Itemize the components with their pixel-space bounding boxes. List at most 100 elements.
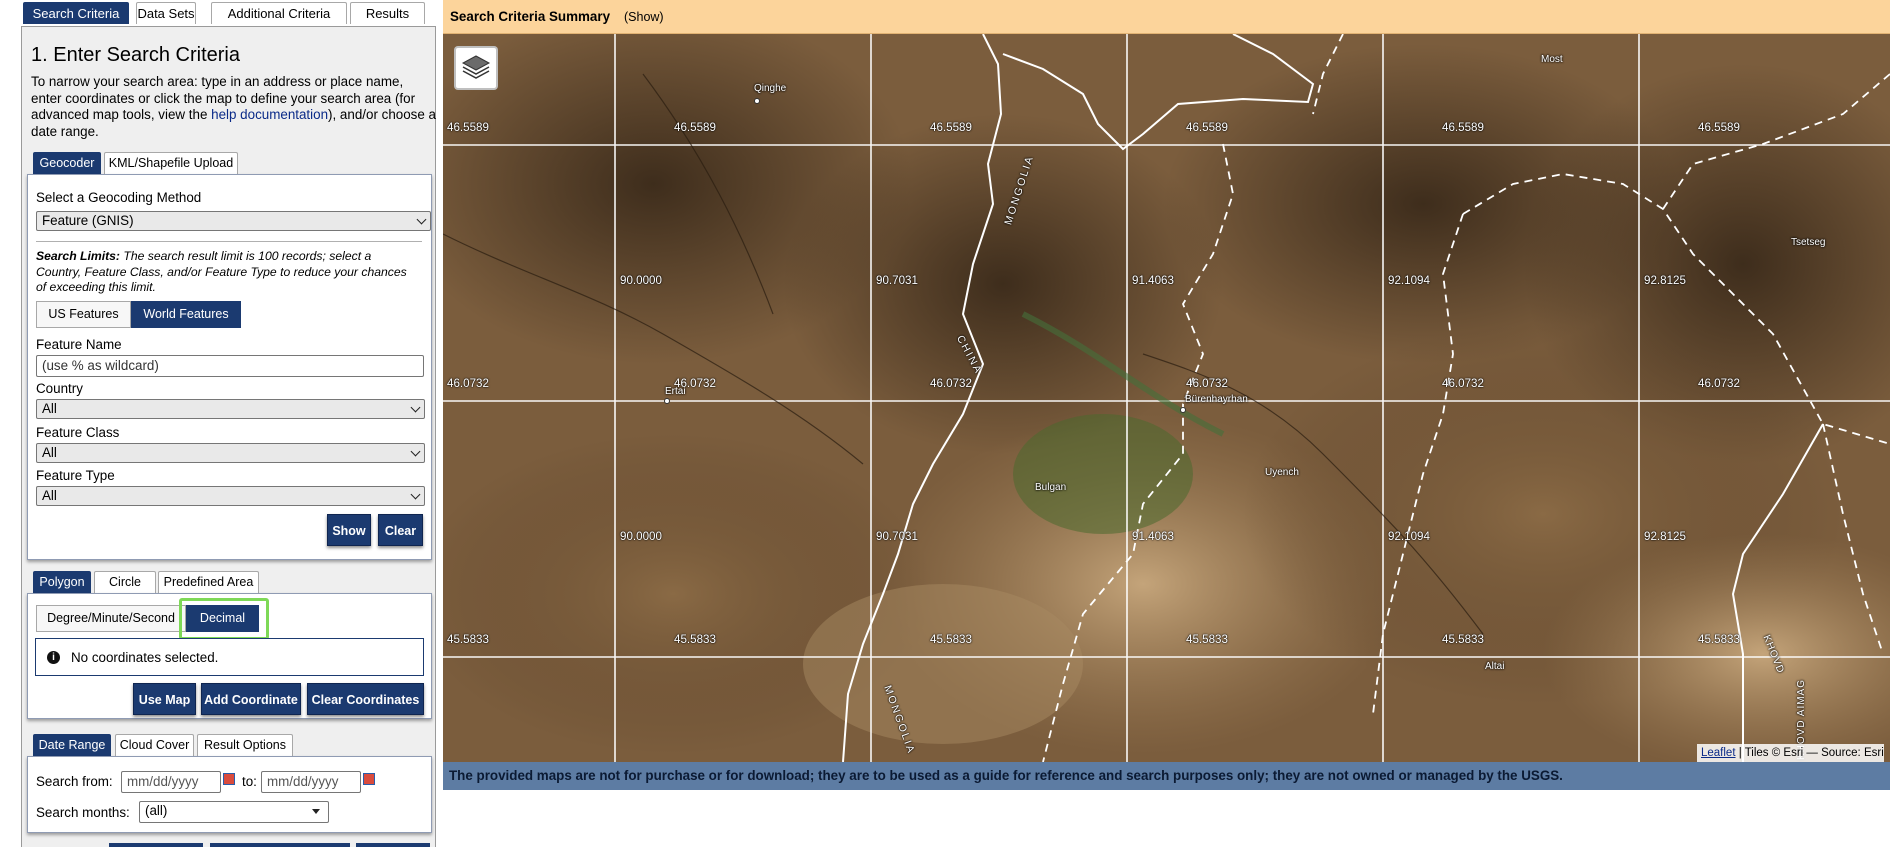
- decimal-toggle[interactable]: Decimal: [186, 605, 259, 632]
- map-attribution: Leaflet | Tiles © Esri — Source: Esri: [1697, 744, 1884, 762]
- grid-lat-label: 45.5833: [1442, 633, 1484, 646]
- grid-lon-label: 92.1094: [1388, 530, 1430, 543]
- country-label: Country: [36, 381, 83, 396]
- search-criteria-summary-bar: Search Criteria Summary (Show): [443, 0, 1890, 34]
- degree-minute-second-toggle[interactable]: Degree/Minute/Second: [36, 605, 186, 632]
- use-map-button[interactable]: Use Map: [133, 683, 196, 715]
- layers-button[interactable]: [454, 46, 498, 90]
- geocoding-method-value: Feature (GNIS): [42, 213, 134, 228]
- page-title: 1. Enter Search Criteria: [31, 44, 240, 66]
- feature-type-label: Feature Type: [36, 468, 115, 483]
- chevron-down-icon: [416, 214, 427, 225]
- clear-coordinates-button[interactable]: Clear Coordinates: [307, 683, 424, 715]
- leaflet-link[interactable]: Leaflet: [1701, 747, 1736, 759]
- grid-lat-label: 46.5589: [1442, 121, 1484, 134]
- tab-predefined-area[interactable]: Predefined Area: [158, 571, 259, 593]
- no-coordinates-message: i No coordinates selected.: [35, 638, 424, 676]
- partial-button[interactable]: [356, 843, 430, 847]
- place-label: Tsetseg: [1791, 237, 1826, 248]
- feature-name-input[interactable]: (use % as wildcard): [36, 355, 424, 377]
- search-months-label: Search months:: [36, 805, 130, 820]
- satellite-map[interactable]: 46.5589 46.5589 46.5589 46.5589 46.5589 …: [443, 34, 1890, 762]
- grid-lon-label: 90.7031: [876, 274, 918, 287]
- place-label: Bürenhayrhan: [1185, 394, 1248, 405]
- grid-lat-label: 46.5589: [674, 121, 716, 134]
- place-label: Altai: [1485, 661, 1505, 672]
- attribution-text: | Tiles © Esri — Source: Esri: [1735, 747, 1884, 759]
- partial-button[interactable]: [210, 843, 350, 847]
- grid-lon-label: 91.4063: [1132, 530, 1174, 543]
- place-marker: [664, 398, 670, 404]
- search-months-select[interactable]: (all): [139, 801, 329, 823]
- geocoding-method-select[interactable]: Feature (GNIS): [36, 211, 431, 231]
- country-value: All: [42, 401, 57, 416]
- tab-result-options[interactable]: Result Options: [197, 734, 293, 756]
- no-coordinates-text: No coordinates selected.: [71, 650, 219, 665]
- grid-lat-label: 46.5589: [1186, 121, 1228, 134]
- grid-lat-label: 46.0732: [1186, 377, 1228, 390]
- grid-lat-label: 46.5589: [1698, 121, 1740, 134]
- place-label: Bulgan: [1035, 482, 1067, 493]
- place-label: Most: [1541, 54, 1563, 65]
- grid-lon-label: 90.0000: [620, 274, 662, 287]
- feature-class-label: Feature Class: [36, 425, 120, 440]
- summary-title: Search Criteria Summary: [450, 9, 611, 24]
- caret-down-icon: [312, 809, 320, 814]
- place-label: Uyench: [1265, 467, 1299, 478]
- tab-polygon[interactable]: Polygon: [33, 571, 91, 593]
- grid-lon-label: 92.8125: [1644, 530, 1686, 543]
- place-marker: [1180, 407, 1186, 413]
- feature-class-select[interactable]: All: [36, 443, 425, 463]
- map-imagery: [443, 34, 1890, 762]
- intro-text: To narrow your search area: type in an a…: [31, 74, 436, 140]
- search-months-value: (all): [145, 803, 168, 818]
- grid-lon-label: 92.1094: [1388, 274, 1430, 287]
- divider: [36, 241, 422, 242]
- info-icon: i: [47, 651, 60, 664]
- country-select[interactable]: All: [36, 399, 425, 419]
- grid-lon-label: 92.8125: [1644, 274, 1686, 287]
- grid-lon-label: 90.0000: [620, 530, 662, 543]
- help-documentation-link[interactable]: help documentation: [211, 107, 328, 122]
- world-features-toggle[interactable]: World Features: [131, 301, 241, 328]
- tab-geocoder[interactable]: Geocoder: [33, 152, 101, 174]
- place-marker: [754, 98, 760, 104]
- calendar-icon[interactable]: [363, 773, 375, 785]
- grid-lon-label: 90.7031: [876, 530, 918, 543]
- chevron-down-icon: [410, 489, 421, 500]
- grid-lat-label: 45.5833: [447, 633, 489, 646]
- tab-kml-shapefile-upload[interactable]: KML/Shapefile Upload: [104, 152, 238, 174]
- grid-lat-label: 46.0732: [1698, 377, 1740, 390]
- map-disclaimer: The provided maps are not for purchase o…: [443, 762, 1890, 790]
- tab-results[interactable]: Results: [350, 2, 425, 24]
- search-from-label: Search from:: [36, 774, 113, 789]
- clear-button[interactable]: Clear: [378, 514, 423, 546]
- place-label: Qinghe: [754, 83, 787, 94]
- add-coordinate-button[interactable]: Add Coordinate: [201, 683, 301, 715]
- layers-icon: [461, 55, 491, 79]
- summary-show-link[interactable]: (Show): [624, 10, 664, 24]
- calendar-icon[interactable]: [223, 773, 235, 785]
- show-button[interactable]: Show: [327, 514, 371, 546]
- feature-name-label: Feature Name: [36, 337, 122, 352]
- grid-lat-label: 45.5833: [1698, 633, 1740, 646]
- feature-type-value: All: [42, 488, 57, 503]
- partial-button[interactable]: [109, 843, 203, 847]
- tab-data-sets[interactable]: Data Sets: [136, 2, 196, 24]
- us-features-toggle[interactable]: US Features: [36, 301, 131, 328]
- tab-search-criteria[interactable]: Search Criteria: [23, 2, 129, 24]
- feature-class-value: All: [42, 445, 57, 460]
- grid-lon-label: 91.4063: [1132, 274, 1174, 287]
- tab-date-range[interactable]: Date Range: [33, 734, 111, 756]
- tab-additional-criteria[interactable]: Additional Criteria: [211, 2, 347, 24]
- grid-lat-label: 46.0732: [447, 377, 489, 390]
- search-from-input[interactable]: mm/dd/yyyy: [121, 771, 221, 793]
- grid-lat-label: 46.5589: [930, 121, 972, 134]
- tab-circle[interactable]: Circle: [94, 571, 156, 593]
- tab-cloud-cover[interactable]: Cloud Cover: [115, 734, 194, 756]
- feature-type-select[interactable]: All: [36, 486, 425, 506]
- grid-lat-label: 46.0732: [930, 377, 972, 390]
- search-limits-note: Search Limits: The search result limit i…: [36, 249, 408, 296]
- search-to-input[interactable]: mm/dd/yyyy: [261, 771, 361, 793]
- search-limits-title: Search Limits:: [36, 249, 120, 263]
